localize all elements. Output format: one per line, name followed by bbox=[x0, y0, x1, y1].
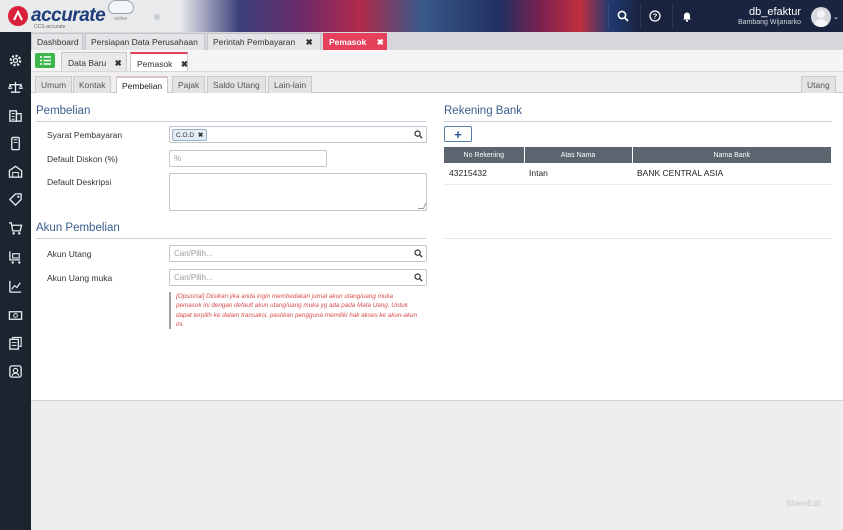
akun-help-note: [Opsional] Diisikan jika anda ingin memb… bbox=[169, 292, 419, 330]
tab-pembelian[interactable]: Pembelian bbox=[116, 76, 169, 94]
chevron-down-icon[interactable]: ⌄ bbox=[833, 13, 839, 21]
top-bar: accurate online CCS·accurate ? db_efaktu… bbox=[0, 0, 843, 32]
close-icon[interactable]: ✖ bbox=[377, 37, 384, 47]
search-icon[interactable] bbox=[608, 4, 636, 28]
close-icon[interactable]: ✖ bbox=[115, 58, 122, 68]
logo-text: accurate bbox=[31, 5, 106, 26]
form-tab-bar: Data Baru ✖ Pemasok ✖ bbox=[31, 50, 843, 72]
tab-lain-lain[interactable]: Lain-lain bbox=[268, 76, 313, 93]
logo-subtitle: CCS·accurate bbox=[34, 24, 66, 30]
tab-label: Persiapan Data Perusahaan bbox=[91, 37, 198, 47]
main-area: Dashboard Persiapan Data Perusahaan Peri… bbox=[31, 32, 843, 530]
cart-icon[interactable] bbox=[7, 220, 24, 237]
status-dot-icon bbox=[154, 14, 160, 20]
tab-pemasok[interactable]: Pemasok ✖ bbox=[323, 33, 387, 50]
bank-account-table: No Rekening Atas Nama Nama Bank 43215432… bbox=[444, 147, 832, 185]
akun-utang-label: Akun Utang bbox=[47, 249, 92, 259]
content-panel: Pembelian Syarat Pembayaran C.O.D ✖ Defa… bbox=[31, 93, 843, 401]
user-name: Bambang Wijanarko bbox=[737, 19, 801, 26]
cloud-icon bbox=[108, 0, 134, 14]
section-title-akun-pembelian: Akun Pembelian bbox=[36, 222, 120, 234]
column-header-no-rekening[interactable]: No Rekening bbox=[444, 147, 525, 163]
tab-umum[interactable]: Umum bbox=[35, 76, 73, 93]
tab-label: Pemasok bbox=[137, 59, 173, 69]
logo-mark-icon bbox=[8, 6, 28, 26]
percent-suffix: % bbox=[174, 154, 182, 163]
tab-utang[interactable]: Utang bbox=[801, 76, 836, 93]
tab-label: Pemasok bbox=[329, 37, 367, 47]
svg-text:?: ? bbox=[652, 12, 657, 21]
report-chart-icon[interactable] bbox=[7, 278, 24, 295]
akun-uang-muka-label: Akun Uang muka bbox=[47, 273, 113, 283]
add-bank-account-button[interactable]: + bbox=[444, 126, 472, 142]
documents-icon[interactable] bbox=[7, 335, 24, 352]
accounting-scale-icon[interactable] bbox=[7, 79, 24, 96]
tab-kontak[interactable]: Kontak bbox=[73, 76, 112, 93]
app-logo[interactable]: accurate bbox=[8, 5, 106, 26]
chip-label: C.O.D bbox=[176, 132, 195, 139]
resize-handle-icon[interactable] bbox=[417, 203, 427, 209]
default-diskon-label: Default Diskon (%) bbox=[47, 154, 118, 164]
syarat-chip[interactable]: C.O.D ✖ bbox=[172, 129, 208, 141]
tab-label: Perintah Pembayaran bbox=[213, 37, 296, 47]
tab-pajak[interactable]: Pajak bbox=[172, 76, 206, 93]
default-diskon-field[interactable]: % bbox=[169, 150, 327, 167]
akun-utang-field[interactable]: Cari/Pilih... bbox=[169, 245, 427, 262]
section-divider bbox=[36, 121, 426, 122]
sidebar bbox=[0, 32, 31, 530]
avatar[interactable] bbox=[811, 7, 831, 27]
section-divider bbox=[36, 238, 426, 239]
default-deskripsi-textarea[interactable] bbox=[169, 173, 427, 211]
building-icon[interactable] bbox=[7, 107, 24, 124]
logo-badge: online bbox=[114, 16, 128, 22]
mobile-device-icon[interactable] bbox=[7, 135, 24, 152]
column-header-atas-nama[interactable]: Atas Nama bbox=[524, 147, 633, 163]
syarat-pembayaran-label: Syarat Pembayaran bbox=[47, 130, 123, 140]
help-icon[interactable]: ? bbox=[640, 4, 668, 28]
chip-remove-icon[interactable]: ✖ bbox=[198, 132, 203, 139]
table-header-row: No Rekening Atas Nama Nama Bank bbox=[444, 147, 832, 163]
section-divider bbox=[444, 121, 832, 122]
section-title-pembelian: Pembelian bbox=[36, 105, 91, 117]
search-icon[interactable] bbox=[414, 130, 423, 141]
database-name: db_efaktur bbox=[749, 6, 801, 18]
sales-tag-icon[interactable] bbox=[7, 191, 24, 208]
cell-no-rekening: 43215432 bbox=[444, 163, 524, 185]
akun-uang-muka-placeholder: Cari/Pilih... bbox=[174, 273, 213, 282]
tab-perintah-pembayaran[interactable]: Perintah Pembayaran ✖ bbox=[207, 33, 321, 50]
search-icon[interactable] bbox=[414, 249, 423, 260]
tab-pemasok-form[interactable]: Pemasok ✖ bbox=[130, 52, 188, 71]
akun-utang-placeholder: Cari/Pilih... bbox=[174, 249, 213, 258]
warehouse-icon[interactable] bbox=[7, 163, 24, 180]
tab-saldo-utang[interactable]: Saldo Utang bbox=[207, 76, 266, 93]
close-icon[interactable]: ✖ bbox=[306, 37, 313, 47]
search-icon[interactable] bbox=[414, 273, 423, 284]
section-title-rekening-bank: Rekening Bank bbox=[444, 105, 522, 117]
tab-persiapan-data[interactable]: Persiapan Data Perusahaan bbox=[85, 33, 205, 50]
default-deskripsi-label: Default Deskripsi bbox=[47, 177, 112, 187]
column-header-nama-bank[interactable]: Nama Bank bbox=[632, 147, 832, 163]
tab-label: Data Baru bbox=[68, 58, 107, 68]
payroll-cash-icon[interactable] bbox=[7, 307, 24, 324]
tab-label: Dashboard bbox=[37, 37, 79, 47]
section-tab-bar: Umum Kontak Pembelian Pajak Saldo Utang … bbox=[31, 73, 843, 94]
cell-nama-bank: BANK CENTRAL ASIA bbox=[632, 163, 832, 185]
cell-atas-nama: Intan bbox=[524, 163, 632, 185]
table-bottom-border bbox=[444, 238, 832, 239]
tab-data-baru[interactable]: Data Baru ✖ bbox=[61, 52, 127, 71]
table-row[interactable]: 43215432 Intan BANK CENTRAL ASIA bbox=[444, 163, 832, 185]
purchase-cart-icon[interactable] bbox=[7, 249, 24, 266]
watermark: ShareEdit bbox=[785, 499, 821, 508]
module-tab-bar: Dashboard Persiapan Data Perusahaan Peri… bbox=[31, 32, 843, 50]
close-icon[interactable]: ✖ bbox=[181, 59, 188, 69]
list-menu-button[interactable] bbox=[35, 53, 55, 68]
bell-icon[interactable] bbox=[672, 4, 700, 28]
tab-dashboard[interactable]: Dashboard bbox=[31, 33, 83, 50]
akun-uang-muka-field[interactable]: Cari/Pilih... bbox=[169, 269, 427, 286]
syarat-pembayaran-field[interactable]: C.O.D ✖ bbox=[169, 126, 427, 143]
asset-icon[interactable] bbox=[7, 363, 24, 380]
settings-gear-icon[interactable] bbox=[7, 52, 24, 69]
